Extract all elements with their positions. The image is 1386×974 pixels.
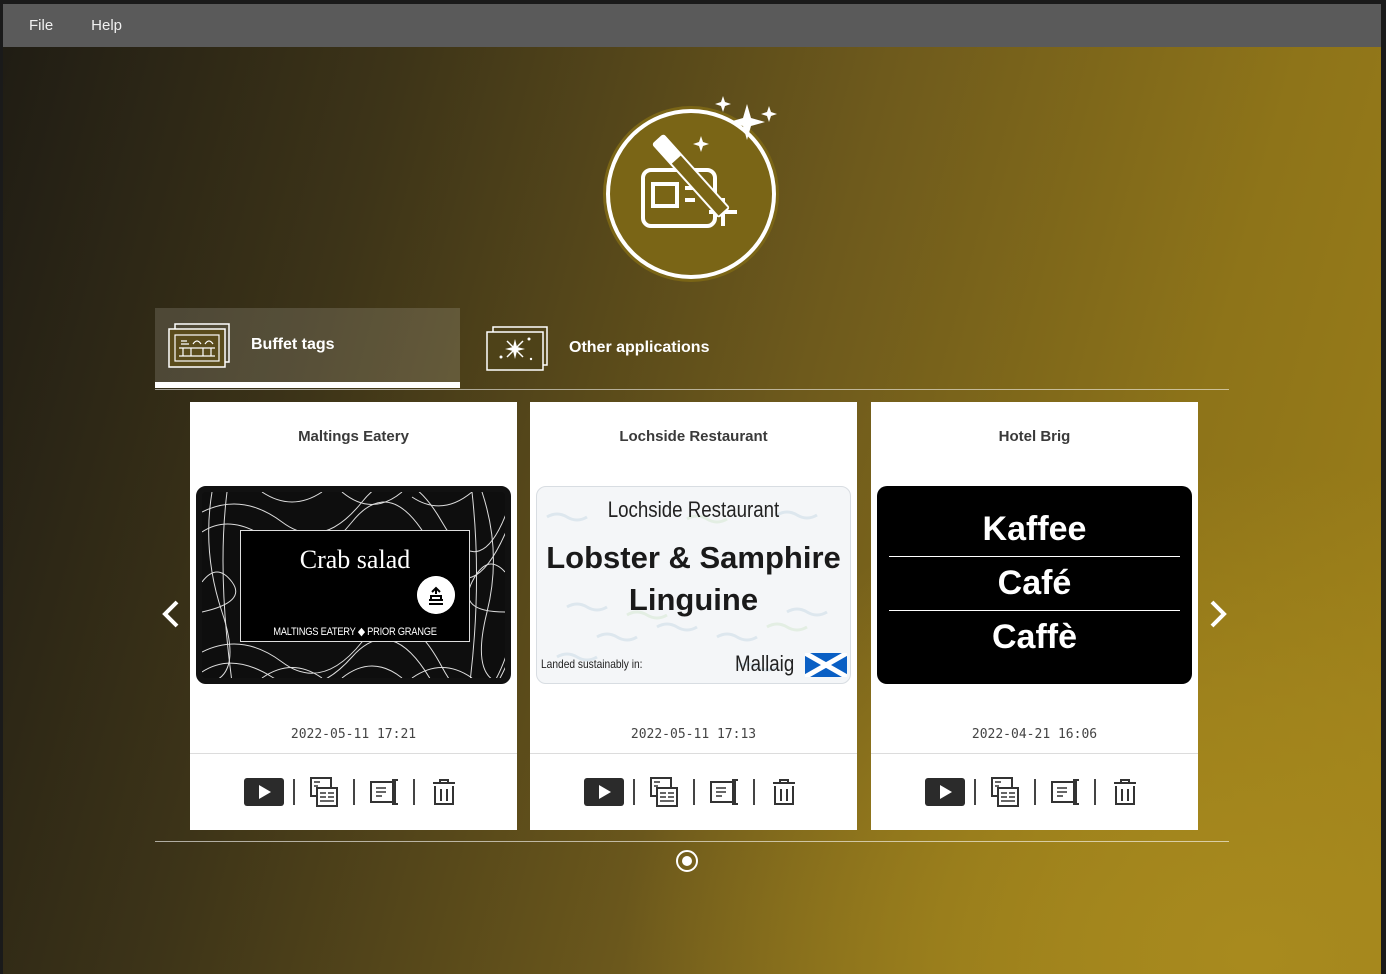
play-button[interactable]	[243, 775, 284, 809]
tag-preview[interactable]: Crab salad MALTINGS EATERY ◆ PRIOR GRANG…	[196, 486, 511, 684]
card-actions	[871, 753, 1198, 830]
delete-button[interactable]	[1105, 775, 1145, 809]
edit-layout-button[interactable]	[985, 775, 1025, 809]
play-icon	[583, 778, 624, 806]
tab-label: Other applications	[569, 339, 710, 356]
rename-button[interactable]	[1045, 775, 1085, 809]
card-title: Lochside Restaurant	[619, 428, 768, 445]
landed-label: Landed sustainably in:	[541, 657, 643, 671]
tag-footer: MALTINGS EATERY ◆ PRIOR GRANGE	[258, 625, 452, 638]
rename-icon	[369, 779, 398, 805]
action-separator	[412, 779, 415, 805]
edit-layout-icon	[649, 777, 678, 807]
magic-wand-card-logo-icon	[603, 96, 779, 282]
page-indicator-dot[interactable]	[676, 850, 698, 872]
card-date: 2022-05-11 17:21	[290, 727, 417, 742]
card-date: 2022-04-21 16:06	[971, 727, 1098, 742]
menu-help[interactable]: Help	[91, 17, 122, 34]
rename-icon	[709, 779, 738, 805]
tab-other-applications[interactable]: Other applications	[473, 308, 753, 388]
dish-line-2: Linguine	[628, 582, 759, 617]
footer-left: MALTINGS EATERY	[273, 626, 356, 638]
tag-preview[interactable]: Lochside Restaurant Lobster & Samphire L…	[536, 486, 851, 684]
tag-preview[interactable]: Kaffee Café Caffè	[877, 486, 1192, 684]
edit-layout-button[interactable]	[644, 775, 684, 809]
shellfish-allergen-icon	[417, 576, 455, 614]
language-line-3: Caffè	[991, 618, 1078, 656]
carousel-divider	[155, 841, 1229, 842]
card-actions	[530, 753, 857, 830]
action-separator	[1033, 779, 1036, 805]
trash-icon	[432, 779, 455, 805]
action-separator	[1093, 779, 1096, 805]
edit-layout-icon	[309, 777, 338, 807]
edit-layout-button[interactable]	[304, 775, 344, 809]
card-title: Hotel Brig	[998, 428, 1071, 445]
trash-icon	[1113, 779, 1136, 805]
rename-icon	[1050, 779, 1079, 805]
tag-panel: Crab salad MALTINGS EATERY ◆ PRIOR GRANG…	[240, 530, 470, 642]
rename-button[interactable]	[364, 775, 404, 809]
dish-line-1: Lobster & Samphire	[546, 540, 841, 575]
menu-file[interactable]: File	[29, 17, 53, 34]
menu-bar: File Help	[3, 4, 1381, 47]
delete-button[interactable]	[424, 775, 464, 809]
action-separator	[632, 779, 635, 805]
tab-bar: Buffet tags Other applications	[155, 308, 1229, 390]
template-card[interactable]: Hotel Brig Kaffee Café Caffè 2022-04-21 …	[871, 402, 1198, 830]
language-line-1: Kaffee	[982, 510, 1087, 548]
landing-place: Mallaig	[735, 651, 795, 676]
play-icon	[243, 778, 284, 806]
tab-buffet-tags[interactable]: Buffet tags	[155, 308, 460, 388]
sparkle-icon	[486, 326, 548, 371]
previous-arrow-icon[interactable]	[157, 594, 185, 634]
app-window: File Help Buffet tags Other applications…	[3, 4, 1381, 974]
card-title: Maltings Eatery	[298, 428, 409, 445]
footer-right: PRIOR GRANGE	[367, 626, 437, 638]
action-separator	[352, 779, 355, 805]
buffet-icon	[168, 323, 230, 368]
restaurant-brand: Lochside Restaurant	[607, 497, 780, 522]
card-actions	[190, 753, 517, 830]
footer-separator: ◆	[357, 626, 365, 638]
action-separator	[752, 779, 755, 805]
card-date: 2022-05-11 17:13	[630, 727, 757, 742]
language-line-2: Café	[997, 564, 1072, 602]
next-arrow-icon[interactable]	[1204, 594, 1232, 634]
divider	[889, 556, 1180, 557]
play-icon	[924, 778, 965, 806]
trash-icon	[772, 779, 795, 805]
rename-button[interactable]	[704, 775, 744, 809]
action-separator	[692, 779, 695, 805]
dish-name: Lobster & Samphire Linguine	[537, 537, 850, 621]
scotland-flag-icon	[805, 653, 847, 677]
play-button[interactable]	[924, 775, 965, 809]
template-card[interactable]: Lochside Restaurant Lochside Restaurant …	[530, 402, 857, 830]
edit-layout-icon	[990, 777, 1019, 807]
divider	[889, 610, 1180, 611]
play-button[interactable]	[583, 775, 624, 809]
template-card[interactable]: Maltings Eatery Crab salad MALTINGS EATE…	[190, 402, 517, 830]
action-separator	[292, 779, 295, 805]
action-separator	[973, 779, 976, 805]
dish-name: Crab salad	[299, 545, 411, 574]
delete-button[interactable]	[764, 775, 804, 809]
tab-label: Buffet tags	[251, 336, 335, 353]
